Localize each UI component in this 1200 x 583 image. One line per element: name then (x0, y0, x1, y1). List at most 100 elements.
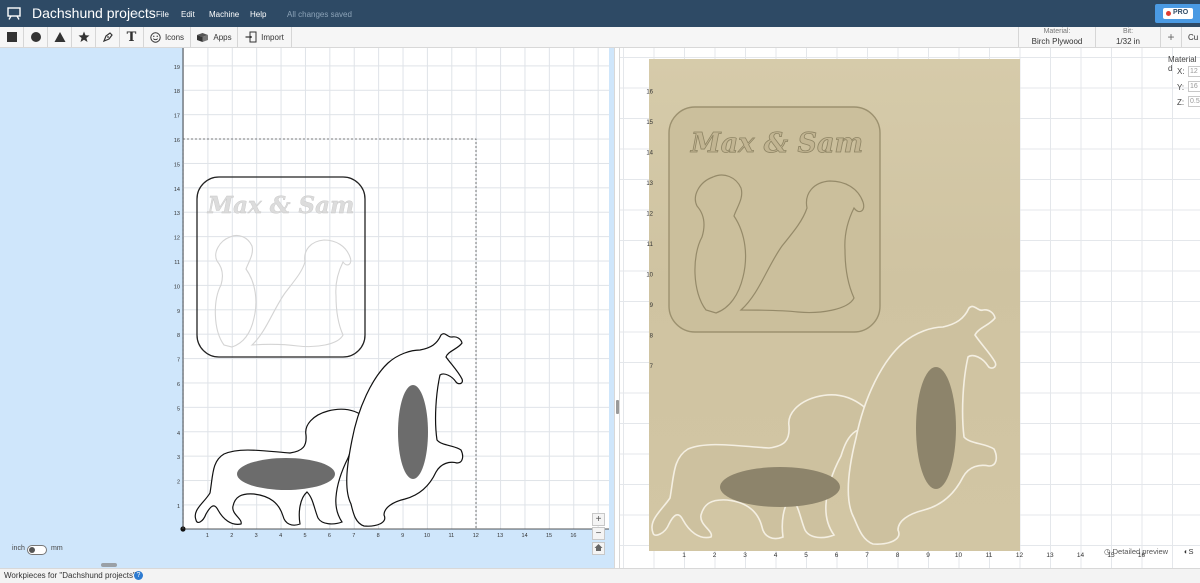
left-x-tick: 2 (230, 533, 233, 539)
add-bit-button[interactable]: + (1161, 27, 1181, 47)
right-x-tick: 1 (682, 552, 686, 559)
material-label: Material: (1043, 28, 1071, 35)
left-y-tick: 11 (174, 260, 180, 266)
left-x-tick: 13 (497, 533, 503, 539)
right-y-tick: 15 (646, 120, 653, 126)
material-x-label: X: (1177, 67, 1185, 76)
left-x-tick: 3 (255, 533, 258, 539)
bit-value: 1/32 in (1115, 37, 1141, 46)
left-y-tick: 4 (177, 431, 180, 437)
material-z-label: Z: (1177, 98, 1185, 107)
left-y-tick: 12 (174, 236, 180, 242)
bottom-bar: Workpieces for "Dachshund projects" ˄ ? (0, 568, 1200, 583)
dogs-silhouette[interactable] (214, 234, 352, 348)
help-icon[interactable]: ? (134, 571, 143, 580)
left-y-tick: 15 (174, 162, 180, 168)
left-y-tick: 6 (177, 382, 180, 388)
easel-app: Dachshund projects ✎ File Edit Machine H… (0, 0, 1200, 583)
left-y-tick: 14 (174, 187, 180, 193)
left-x-tick: 9 (401, 533, 404, 539)
preview-svg: 1 2 3 4 5 6 7 8 9 10 11 12 13 14 15 16 7891011121314151… (646, 90, 1145, 560)
left-x-tick: 7 (352, 533, 355, 539)
preview-standing-dog-pocket (916, 367, 956, 489)
left-x-tick: 12 (473, 533, 479, 539)
material-selector[interactable]: Material: Birch Plywood (1019, 27, 1095, 47)
left-y-tick: 19 (174, 65, 180, 71)
detailed-preview-label: Detailed preview (1112, 547, 1169, 556)
side-view-button[interactable]: ◐S (1184, 547, 1194, 556)
side-view-label: S (1188, 547, 1194, 556)
left-x-tick: 8 (377, 533, 380, 539)
material-z-field[interactable]: 0.5 (1188, 96, 1200, 107)
right-y-tick: 9 (650, 303, 654, 309)
left-y-tick: 8 (177, 333, 180, 339)
standing-dog-pocket[interactable] (398, 385, 428, 479)
right-x-tick: 12 (1016, 552, 1024, 559)
right-x-tick: 14 (1077, 552, 1085, 559)
preview-dachshund-pocket (720, 467, 840, 507)
material-y-field[interactable]: 16 (1188, 81, 1200, 92)
toggle-knob (29, 547, 35, 553)
right-y-tick: 14 (646, 151, 653, 157)
left-y-tick: 18 (174, 89, 180, 95)
detailed-preview-button[interactable]: ◷ Detailed preview (1104, 547, 1168, 558)
horizontal-scroll-handle[interactable] (101, 563, 117, 567)
right-y-tick: 8 (650, 334, 654, 340)
right-x-tick: 5 (804, 552, 808, 559)
left-y-tick: 3 (177, 455, 180, 461)
right-x-tick: 6 (835, 552, 839, 559)
bit-selector[interactable]: Bit: 1/32 in (1096, 27, 1160, 47)
right-x-tick: 9 (926, 552, 930, 559)
left-x-tick: 6 (328, 533, 331, 539)
right-x-tick: 2 (713, 552, 717, 559)
left-x-tick: 5 (303, 533, 306, 539)
unit-inch-label: inch (12, 545, 25, 552)
right-y-tick: 13 (646, 181, 653, 187)
unit-toggle[interactable] (27, 545, 47, 555)
zoom-in-button[interactable]: + (592, 513, 605, 526)
left-y-tick: 9 (177, 309, 180, 315)
right-y-tick: 12 (646, 212, 653, 218)
left-x-tick: 16 (570, 533, 576, 539)
left-x-tick: 10 (424, 533, 430, 539)
left-x-tick: 4 (279, 533, 282, 539)
right-x-axis: 1 2 3 4 5 6 7 8 9 10 11 12 13 14 15 16 (682, 552, 1145, 559)
left-y-tick: 5 (177, 406, 180, 412)
left-y-tick: 17 (174, 114, 180, 120)
right-y-tick: 10 (646, 273, 653, 279)
bit-label: Bit: (1122, 28, 1134, 35)
right-x-tick: 3 (743, 552, 747, 559)
left-x-axis: 1 2 3 4 5 6 7 8 9 10 11 12 13 14 15 16 (206, 533, 577, 539)
right-x-tick: 7 (865, 552, 869, 559)
left-y-tick: 16 (174, 138, 180, 144)
design-svg[interactable]: 1 2 3 4 5 6 7 8 9 10 11 12 13 14 15 16 1234567891011121… (0, 0, 614, 568)
pro-dot-icon (1166, 11, 1171, 16)
right-x-tick: 11 (986, 552, 993, 559)
material-value: Birch Plywood (1031, 37, 1083, 46)
left-x-tick: 14 (522, 533, 528, 539)
material-x-field[interactable]: 12 (1188, 66, 1200, 77)
cut-button[interactable]: Cu (1182, 27, 1200, 47)
left-y-axis: 12345678910111213141516171819 (174, 65, 180, 510)
home-icon (594, 544, 603, 551)
divider-grip[interactable] (616, 400, 619, 414)
detailed-preview-icon: ◷ (1104, 547, 1113, 556)
dachshund-pocket[interactable] (237, 458, 335, 490)
left-y-tick: 7 (177, 358, 180, 364)
sign-title[interactable]: Max & Sam (206, 192, 355, 219)
right-y-tick: 11 (647, 242, 654, 248)
right-y-tick: 7 (650, 364, 654, 370)
left-y-tick: 2 (177, 480, 180, 486)
left-y-tick: 13 (174, 211, 180, 217)
preview-dachshund-cutout (651, 394, 882, 540)
left-y-tick: 1 (177, 504, 180, 510)
workpieces-toggle[interactable]: Workpieces for "Dachshund projects" ˄ (4, 571, 143, 580)
pro-badge[interactable]: PRO (1155, 4, 1200, 23)
right-x-tick: 8 (896, 552, 900, 559)
left-x-tick: 1 (206, 533, 209, 539)
zoom-out-button[interactable]: − (592, 527, 605, 540)
home-view-button[interactable] (592, 542, 605, 555)
left-x-tick: 11 (449, 533, 455, 539)
right-x-tick: 13 (1046, 552, 1054, 559)
material-y-label: Y: (1177, 83, 1185, 92)
